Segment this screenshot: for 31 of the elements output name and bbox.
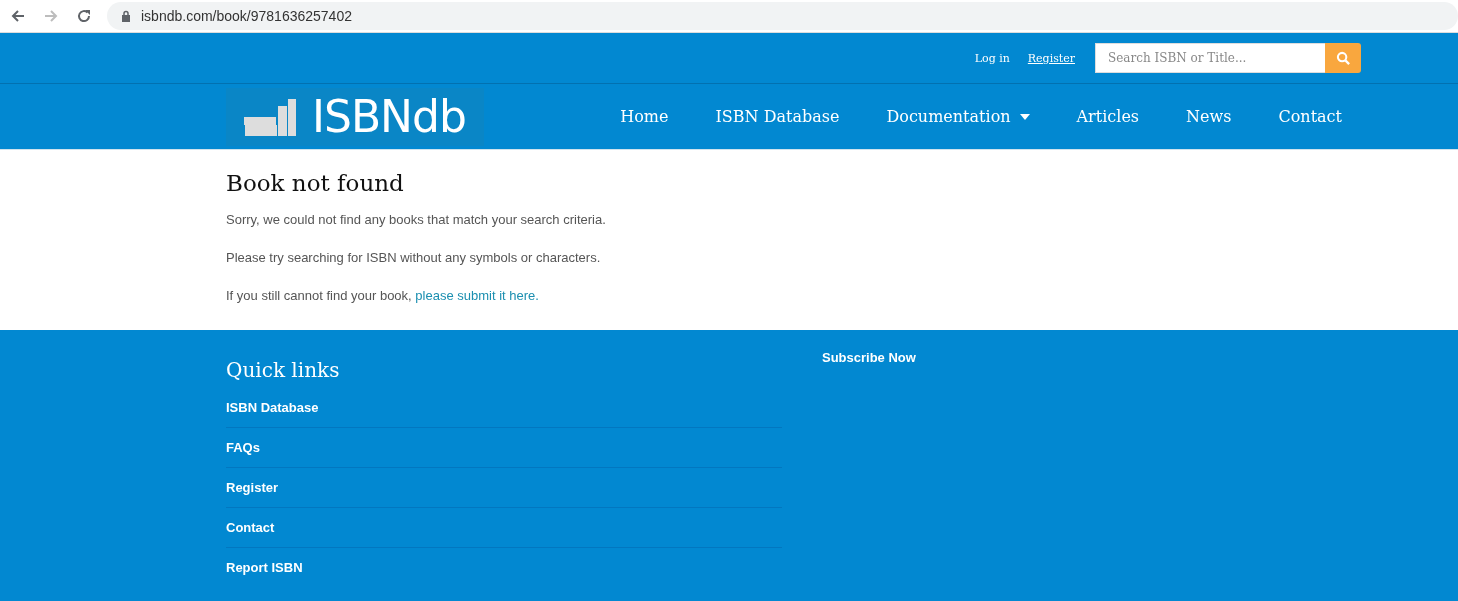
nav-link[interactable]: ISBN Database bbox=[715, 107, 840, 126]
nav-link[interactable]: Home bbox=[620, 107, 669, 126]
reload-icon[interactable] bbox=[76, 8, 92, 24]
submit-link[interactable]: please submit it here. bbox=[415, 288, 539, 303]
logo-text: ISBNdb bbox=[312, 91, 466, 142]
nav-link[interactable]: Contact bbox=[1278, 107, 1342, 126]
address-bar[interactable]: isbndb.com/book/9781636257402 bbox=[107, 2, 1458, 30]
quick-link[interactable]: Contact bbox=[226, 520, 275, 535]
url-text: isbndb.com/book/9781636257402 bbox=[141, 8, 352, 24]
quick-link[interactable]: FAQs bbox=[226, 440, 260, 455]
nav-link[interactable]: News bbox=[1186, 107, 1232, 126]
subscribe-heading: Subscribe Now bbox=[822, 350, 916, 365]
caret-icon bbox=[1019, 113, 1030, 120]
page-title: Book not found bbox=[226, 169, 405, 196]
message-text: If you still cannot find your book, please submit it here. bbox=[226, 287, 540, 305]
quick-links-heading: Quick links bbox=[226, 358, 341, 382]
site-logo[interactable]: ISBNdb bbox=[226, 87, 484, 146]
nav-link[interactable]: Articles bbox=[1076, 107, 1140, 126]
books-icon bbox=[244, 96, 298, 137]
register-link[interactable]: Register bbox=[1027, 51, 1075, 65]
login-link[interactable]: Log in bbox=[974, 51, 1010, 65]
lock-icon bbox=[121, 10, 131, 22]
message-text: Sorry, we could not find any books that match your search criteria. bbox=[226, 211, 607, 229]
message-text: Please try searching for ISBN without any symbols or characters. bbox=[226, 249, 602, 267]
search-icon bbox=[1335, 50, 1351, 66]
search-field[interactable]: Search ISBN or Title... bbox=[1095, 43, 1325, 73]
quick-link[interactable]: ISBN Database bbox=[226, 400, 319, 415]
back-arrow-icon[interactable] bbox=[10, 8, 26, 24]
quick-link[interactable]: Register bbox=[226, 480, 279, 495]
quick-link[interactable]: Report ISBN bbox=[226, 560, 303, 575]
nav-link[interactable]: Documentation bbox=[886, 107, 1030, 126]
